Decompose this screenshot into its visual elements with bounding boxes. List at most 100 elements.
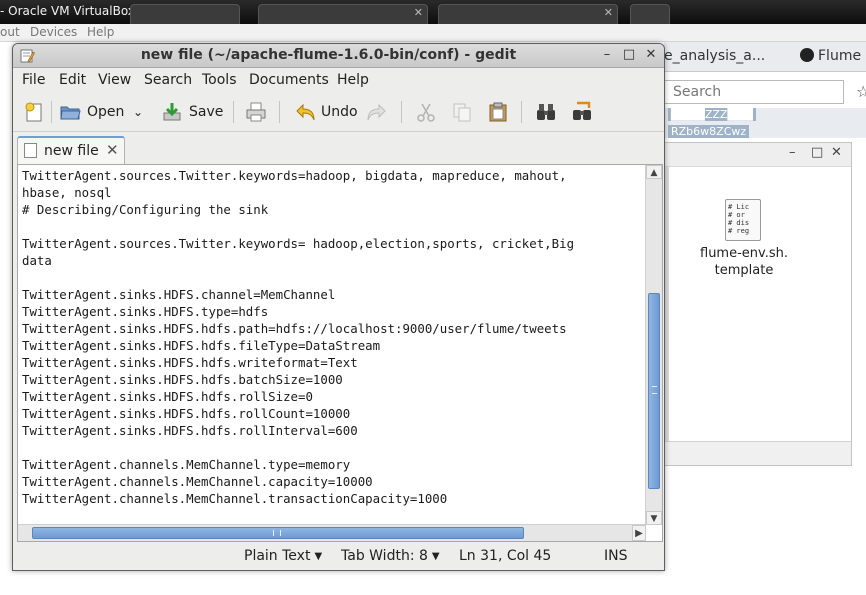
save-icon [163,103,181,121]
file-preview-line: # Lic [728,203,750,211]
code-line: TwitterAgent.sinks.HDFS.type=hdfs [22,304,269,319]
code-line: TwitterAgent.sinks.HDFS.hdfs.rollCount=1… [22,406,351,421]
language-selector[interactable]: Plain Text ▼ [244,548,322,564]
chevron-down-icon: ▼ [431,551,440,562]
tab-width-selector[interactable]: Tab Width: 8 ▼ [341,548,440,564]
find-replace-icon [573,101,591,120]
tab-new-file[interactable]: new file ✕ [17,136,125,164]
insert-mode: INS [604,548,628,564]
virtualbox-titlebar: - Oracle VM VirtualBox ✕ ✕ [0,0,866,24]
text-editor[interactable]: TwitterAgent.sources.Twitter.keywords=ha… [22,167,644,521]
find-replace-button[interactable] [571,98,593,126]
code-line: TwitterAgent.channels.MemChannel.type=me… [22,457,351,472]
minimize-button[interactable]: – [598,46,616,64]
open-label: Open [87,104,125,120]
code-line: TwitterAgent.sinks.HDFS.hdfs.rollSize=0 [22,389,313,404]
clipboard-icon [489,102,507,122]
vertical-scroll-thumb[interactable] [648,293,660,489]
save-button[interactable]: Save [161,98,223,126]
code-line: TwitterAgent.sinks.HDFS.hdfs.path=hdfs:/… [22,321,567,336]
search-placeholder: Search [673,84,722,100]
file-name-label[interactable]: flume-env.sh. template [685,245,803,279]
vertical-scrollbar[interactable]: ▲ ▼ [645,165,662,525]
chevron-down-icon: ▼ [314,551,323,562]
language-label: Plain Text [244,548,311,564]
host-tab[interactable]: ✕ [258,4,428,24]
code-line: TwitterAgent.sinks.HDFS.hdfs.fileType=Da… [22,338,381,353]
print-button[interactable] [245,98,267,126]
code-line: TwitterAgent.sinks.HDFS.channel=MemChann… [22,287,336,302]
file-manager-statusbar [665,441,851,465]
maximize-button[interactable]: □ [620,46,638,64]
toolbar-separator [401,101,402,123]
file-manager-titlebar: – □ ✕ [665,143,851,167]
menu-view[interactable]: View [98,72,131,88]
horizontal-scrollbar[interactable]: ▶ [18,524,646,541]
copy-button[interactable] [451,98,473,126]
minimize-icon[interactable]: – [789,145,796,160]
scroll-right-arrow-icon[interactable]: ▶ [632,525,646,541]
code-line: hbase, nosql [22,185,112,200]
scroll-up-arrow-icon[interactable]: ▲ [646,165,662,179]
redo-icon [367,103,386,121]
menu-tools[interactable]: Tools [202,72,237,88]
sidebar-edge [665,167,669,443]
menu-item-help[interactable]: Help [87,25,114,39]
menu-file[interactable]: File [22,72,45,88]
close-icon[interactable]: ✕ [831,145,842,160]
maximize-icon[interactable]: □ [811,145,823,160]
binoculars-icon [537,104,555,120]
github-icon [800,48,814,62]
redo-button[interactable] [365,98,387,126]
browser-search-input[interactable]: Search [664,80,844,104]
find-button[interactable] [535,98,557,126]
menu-help[interactable]: Help [337,72,369,88]
browser-tab-github[interactable]: Flume [800,48,861,64]
window-titlebar[interactable]: new file (~/apache-flume-1.6.0-bin/conf)… [13,44,664,68]
code-line: TwitterAgent.sources.Twitter.keywords= h… [22,236,575,251]
gedit-window: new file (~/apache-flume-1.6.0-bin/conf)… [12,43,665,571]
paste-button[interactable] [487,98,509,126]
file-preview-line: # or [728,211,745,219]
document-icon [24,143,37,158]
undo-label: Undo [321,104,358,120]
host-tab[interactable] [630,4,670,24]
highlighted-text: RZb6w8ZCwz [668,125,750,138]
scroll-down-arrow-icon[interactable]: ▼ [646,511,662,525]
new-document-button[interactable] [23,98,45,126]
host-tab[interactable] [130,4,240,24]
new-document-icon [25,102,42,122]
virtualbox-menubar: out Devices Help [0,24,866,42]
undo-button[interactable]: Undo [295,98,358,126]
cut-button[interactable] [415,98,437,126]
bookmark-star-icon[interactable]: ☆ [856,82,866,101]
menu-documents[interactable]: Documents [249,72,329,88]
close-tab-icon[interactable]: ✕ [106,141,119,159]
text-file-icon[interactable]: # Lic # or # dis # reg [725,199,761,241]
close-icon[interactable]: ✕ [604,6,613,19]
highlighted-text: ████ZZZ███ [668,108,756,121]
open-recent-dropdown[interactable]: ⌄ [133,98,143,126]
menubar: File Edit View Search Tools Documents He… [13,68,664,92]
menu-search[interactable]: Search [144,72,192,88]
menu-item-machine[interactable]: out [0,25,20,39]
close-button[interactable]: ✕ [642,46,660,64]
code-line: TwitterAgent.channels.MemChannel.transac… [22,491,448,506]
folder-open-icon [60,106,81,120]
document-tabbar: new file ✕ [13,133,664,164]
horizontal-scroll-thumb[interactable] [32,527,524,539]
editor-frame: TwitterAgent.sources.Twitter.keywords=ha… [17,164,663,542]
cursor-position: Ln 31, Col 45 [459,548,552,564]
host-tab[interactable]: ✕ [438,4,618,24]
browser-tab-label: Flume [818,48,862,64]
browser-tab[interactable]: e_analysis_a... [664,48,765,64]
browser-tabstrip: e_analysis_a... Flume [664,42,866,72]
code-line: TwitterAgent.sinks.HDFS.hdfs.batchSize=1… [22,372,343,387]
menu-edit[interactable]: Edit [59,72,86,88]
menu-item-devices[interactable]: Devices [30,25,77,39]
open-button[interactable]: Open [59,98,124,126]
close-icon[interactable]: ✕ [414,6,423,19]
